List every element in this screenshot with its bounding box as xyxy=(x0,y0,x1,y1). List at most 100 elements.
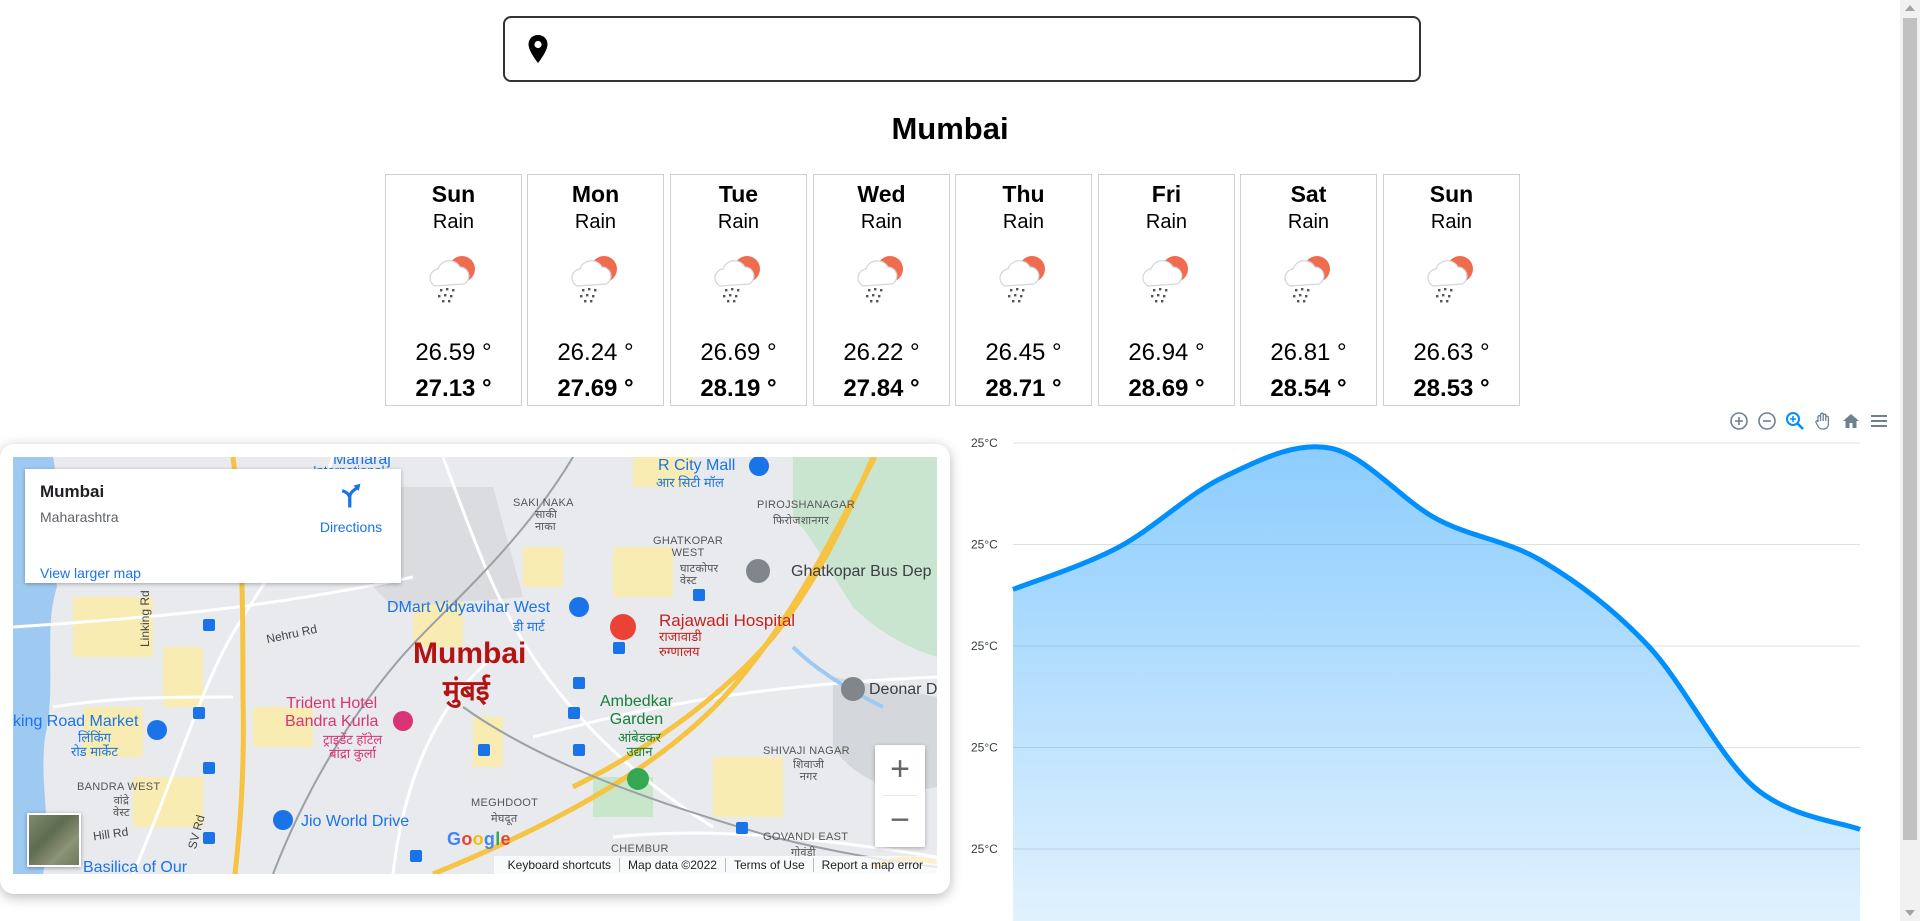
forecast-temp-min: 26.59 ° xyxy=(415,339,492,366)
y-tick-label: 25°C xyxy=(971,436,998,450)
forecast-strip: Sun Rain 26.59 ° 27.13 ° Mon Rain 26.24 … xyxy=(385,174,1520,408)
forecast-temp-max: 27.13 ° xyxy=(415,375,492,402)
map-poi-label[interactable]: DMart Vidyavihar West xyxy=(387,599,550,617)
forecast-day-card: Sun Rain 26.59 ° 27.13 ° xyxy=(385,174,522,406)
rain-sun-icon xyxy=(714,256,760,303)
temperature-area-chart[interactable]: 25°C 25°C 25°C 25°C 25°C xyxy=(960,400,1890,921)
city-title: Mumbai xyxy=(891,111,1009,146)
location-search-input[interactable] xyxy=(551,18,1419,80)
map-poi-label[interactable]: Basilica of Our xyxy=(83,859,187,874)
keyboard-shortcuts-link[interactable]: Keyboard shortcuts xyxy=(500,858,621,872)
forecast-condition: Rain xyxy=(1287,211,1330,233)
y-tick-label: 25°C xyxy=(971,842,998,856)
rain-sun-icon xyxy=(999,256,1045,303)
directions-label: Directions xyxy=(319,519,383,535)
map-poi-label: आर सिटी मॉल xyxy=(656,475,724,490)
report-error-link[interactable]: Report a map error xyxy=(814,858,931,872)
map-poi-label: लिंकिंग रोड मार्केट xyxy=(71,730,118,759)
map-poi-label: राजावाडी रुग्णालय xyxy=(659,629,702,659)
scroll-up-arrow[interactable] xyxy=(1905,5,1915,11)
map-city-label: Mumbai xyxy=(413,637,527,670)
rain-sun-icon xyxy=(571,256,617,303)
directions-button[interactable]: Directions xyxy=(311,480,391,535)
forecast-temp-min: 26.94 ° xyxy=(1128,339,1205,366)
forecast-temp-max: 28.53 ° xyxy=(1413,375,1490,402)
forecast-temp-max: 28.19 ° xyxy=(700,375,777,402)
forecast-condition: Rain xyxy=(574,211,617,233)
view-larger-map-link[interactable]: View larger map xyxy=(40,565,141,581)
forecast-day-card: Sun Rain 26.63 ° 28.53 ° xyxy=(1383,174,1520,406)
forecast-day-name: Fri xyxy=(1151,181,1182,207)
forecast-day-card: Sat Rain 26.81 ° 28.54 ° xyxy=(1240,174,1377,406)
map-label: फिरोजशानगर xyxy=(773,515,830,527)
rain-sun-icon xyxy=(857,256,903,303)
map-label: साकी नाका xyxy=(535,509,558,533)
map-poi-label[interactable]: Jio World Drive xyxy=(301,813,409,831)
forecast-day-name: Thu xyxy=(1002,181,1045,207)
map-poi-label[interactable]: Deonar D xyxy=(869,681,937,699)
forecast-temp-min: 26.22 ° xyxy=(843,339,920,366)
map-zoom-control: + − xyxy=(875,745,925,847)
forecast-condition: Rain xyxy=(717,211,760,233)
rain-sun-icon xyxy=(1284,256,1330,303)
place-info-card: Mumbai Maharashtra View larger map Direc… xyxy=(25,469,401,583)
rain-sun-icon xyxy=(429,256,475,303)
forecast-day-name: Tue xyxy=(718,181,759,207)
map-poi-label: डी मार्ट xyxy=(513,619,545,634)
forecast-day-card: Mon Rain 26.24 ° 27.69 ° xyxy=(527,174,664,406)
google-logo: Google xyxy=(447,829,511,849)
terms-link[interactable]: Terms of Use xyxy=(726,858,814,872)
forecast-temp-max: 28.69 ° xyxy=(1128,375,1205,402)
y-tick-label: 25°C xyxy=(971,639,998,653)
forecast-day-name: Sun xyxy=(431,181,476,207)
directions-icon xyxy=(341,483,361,508)
map-label: GHATKOPAR WEST xyxy=(653,535,724,559)
map-label: GOVANDI EAST xyxy=(763,831,849,843)
map-label: शिवाजी नगर xyxy=(793,759,825,783)
map-label: MEGHDOOT xyxy=(471,797,539,809)
forecast-day-card: Fri Rain 26.94 ° 28.69 ° xyxy=(1098,174,1235,406)
map-label: CHEMBUR xyxy=(611,843,669,855)
forecast-temp-max: 28.54 ° xyxy=(1270,375,1347,402)
forecast-day-card: Thu Rain 26.45 ° 28.71 ° xyxy=(955,174,1092,406)
map-poi-label[interactable]: Ambedkar Garden xyxy=(600,693,673,729)
google-map[interactable]: SAKI NAKA साकी नाका GHATKOPAR WEST घाटको… xyxy=(13,457,937,874)
zoom-in-button[interactable]: + xyxy=(875,745,925,795)
forecast-day-name: Mon xyxy=(571,181,620,207)
forecast-condition: Rain xyxy=(1145,211,1188,233)
satellite-layer-toggle[interactable] xyxy=(27,813,81,867)
location-search-bar[interactable] xyxy=(503,16,1421,82)
map-poi-label[interactable]: Rajawadi Hospital xyxy=(659,611,795,631)
map-poi-label[interactable]: king Road Market xyxy=(13,713,138,731)
rain-sun-icon xyxy=(1427,256,1473,303)
map-label: घाटकोपर वेस्ट xyxy=(680,563,719,587)
forecast-day-name: Sat xyxy=(1290,181,1327,207)
forecast-day-name: Sun xyxy=(1429,181,1474,207)
forecast-day-name: Wed xyxy=(857,181,906,207)
map-city-label-hindi: मुंबई xyxy=(443,675,490,706)
map-poi-label[interactable]: Ghatkopar Bus Dep xyxy=(791,563,932,581)
forecast-temp-max: 28.71 ° xyxy=(985,375,1062,402)
forecast-condition: Rain xyxy=(860,211,903,233)
map-poi-label[interactable]: Trident Hotel Bandra Kurla xyxy=(285,695,378,731)
map-pin-icon xyxy=(528,35,548,63)
chart-y-axis: 25°C 25°C 25°C 25°C 25°C xyxy=(971,436,998,856)
map-label: वांद्रे वेस्ट xyxy=(113,795,130,819)
forecast-temp-max: 27.84 ° xyxy=(843,375,920,402)
map-road-label: Linking Rd xyxy=(138,590,152,647)
scroll-down-arrow[interactable] xyxy=(1905,910,1915,916)
scrollbar-thumb[interactable] xyxy=(1903,18,1917,840)
map-label: PIROJSHANAGAR xyxy=(757,499,856,511)
map-label: BANDRA WEST xyxy=(77,781,161,793)
zoom-out-button[interactable]: − xyxy=(875,796,925,846)
map-label: मेघदूत xyxy=(491,813,518,825)
map-attribution-bar: Keyboard shortcuts Map data ©2022 Terms … xyxy=(493,856,937,874)
y-tick-label: 25°C xyxy=(971,741,998,755)
map-poi-label: आंबेडकर उद्यान xyxy=(618,730,661,759)
forecast-temp-min: 26.45 ° xyxy=(985,339,1062,366)
forecast-temp-min: 26.69 ° xyxy=(700,339,777,366)
map-label: SAKI NAKA xyxy=(513,497,574,509)
page-scrollbar[interactable] xyxy=(1900,0,1920,921)
place-subtitle: Maharashtra xyxy=(40,509,119,525)
forecast-condition: Rain xyxy=(432,211,475,233)
